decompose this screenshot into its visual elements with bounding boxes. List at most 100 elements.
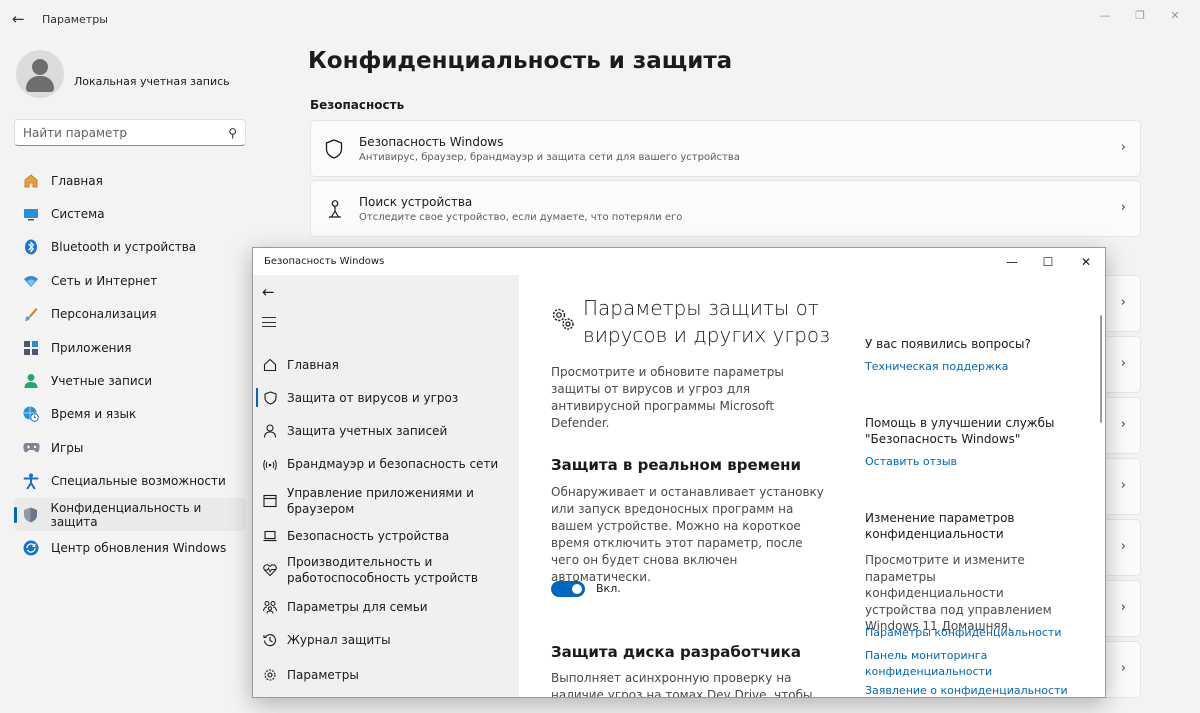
sec-nav-label: Управление приложениями и браузером: [287, 486, 474, 516]
sec-nav-item-settings[interactable]: Параметры: [253, 658, 519, 691]
devdrive-protection-text: Выполняет асинхронную проверку на наличи…: [551, 671, 813, 698]
nav-item-home[interactable]: Главная: [14, 164, 246, 197]
settings-window-title: Параметры: [42, 13, 108, 26]
privacy-statement-link[interactable]: Заявление о конфиденциальности: [865, 683, 1075, 697]
realtime-protection-text: Обнаруживает и останавливает установку и…: [551, 485, 824, 584]
card-title: Безопасность Windows: [359, 135, 504, 149]
nav-item-time-language[interactable]: Время и язык: [14, 398, 246, 431]
globe-clock-icon: [22, 406, 40, 423]
search-input[interactable]: [23, 125, 218, 141]
sec-nav-label: Защита учетных записей: [287, 423, 448, 438]
maximize-icon[interactable]: ☐: [1034, 252, 1062, 272]
nav-label: Конфиденциальность и защита: [50, 500, 202, 529]
wifi-icon: [263, 457, 277, 471]
page-description: Просмотрите и обновите параметры защиты …: [551, 365, 784, 430]
back-arrow-icon[interactable]: ←: [12, 10, 30, 28]
devdrive-protection-title: Защита диска разработчика: [551, 643, 801, 661]
chevron-right-icon: ›: [1120, 661, 1126, 676]
account-name: Локальная учетная запись: [74, 75, 230, 88]
sec-nav-item-performance[interactable]: Производительность и работоспособность у…: [253, 549, 519, 590]
scrollbar[interactable]: [1100, 315, 1102, 423]
nav-label: Приложения: [51, 340, 132, 355]
sec-nav-item-app-browser[interactable]: Управление приложениями и браузером: [253, 480, 519, 522]
nav-item-apps[interactable]: Приложения: [14, 331, 246, 364]
privacy-settings-link[interactable]: Параметры конфиденциальности: [865, 625, 1075, 641]
heart-pulse-icon: [263, 563, 277, 577]
page-title: Конфиденциальность и защита: [308, 48, 733, 74]
nav-item-bluetooth[interactable]: Bluetooth и устройства: [14, 231, 246, 264]
avatar: [16, 50, 64, 98]
security-nav: Главная Защита от вирусов и угроз Защита…: [253, 348, 519, 656]
nav-item-system[interactable]: Система: [14, 197, 246, 230]
hamburger-menu-icon[interactable]: [262, 317, 276, 327]
minimize-icon[interactable]: —: [1093, 6, 1117, 26]
section-title: Безопасность: [310, 98, 405, 112]
close-icon[interactable]: ✕: [1072, 252, 1100, 272]
windows-security-window: Безопасность Windows — ☐ ✕ ← Главная Защ…: [252, 247, 1106, 698]
card-windows-security[interactable]: Безопасность Windows Антивирус, браузер,…: [310, 120, 1141, 177]
gamepad-icon: [22, 440, 40, 456]
card-title: Поиск устройства: [359, 195, 473, 209]
sec-nav-item-account-protection[interactable]: Защита учетных записей: [253, 414, 519, 447]
card-find-device[interactable]: Поиск устройства Отследите свое устройст…: [310, 180, 1141, 237]
nav-label: Сеть и Интернет: [51, 273, 158, 288]
nav-label: Время и язык: [51, 407, 137, 422]
sec-nav-label: Производительность и работоспособность у…: [287, 554, 478, 585]
minimize-icon[interactable]: —: [998, 252, 1026, 272]
chevron-right-icon: ›: [1120, 600, 1126, 615]
realtime-protection-toggle[interactable]: [551, 581, 585, 597]
chevron-right-icon: ›: [1120, 417, 1126, 432]
app-window-icon: [263, 494, 277, 508]
sec-nav-item-family[interactable]: Параметры для семьи: [253, 590, 519, 623]
nav-item-accessibility[interactable]: Специальные возможности: [14, 465, 246, 498]
nav-label: Персонализация: [51, 307, 157, 322]
settings-titlebar: ← Параметры — ❐ ✕: [0, 0, 1200, 40]
update-icon: [22, 540, 40, 556]
network-icon: [22, 273, 40, 289]
page-heading: Параметры защиты от вирусов и других угр…: [583, 296, 830, 347]
maximize-icon[interactable]: ❐: [1128, 6, 1152, 26]
improve-title: Помощь в улучшении службы "Безопасность …: [865, 416, 1055, 446]
sec-nav-item-home[interactable]: Главная: [253, 348, 519, 381]
chevron-right-icon: ›: [1120, 539, 1126, 554]
shield-icon: [22, 507, 39, 523]
nav-item-accounts[interactable]: Учетные записи: [14, 364, 246, 397]
accessibility-icon: [22, 473, 40, 490]
search-icon[interactable]: ⚲: [228, 126, 237, 140]
settings-nav: Главная Система Bluetooth и устройства С…: [14, 164, 246, 565]
feedback-link[interactable]: Оставить отзыв: [865, 454, 1075, 470]
nav-item-network[interactable]: Сеть и Интернет: [14, 264, 246, 297]
nav-label: Игры: [51, 440, 84, 455]
privacy-dashboard-link[interactable]: Панель мониторинга конфиденциальности: [865, 648, 1015, 680]
privacy-text: Просмотрите и измените параметры конфиде…: [865, 553, 1052, 633]
shield-icon: [263, 390, 277, 405]
person-pin-icon: [325, 199, 345, 219]
nav-label: Учетные записи: [51, 374, 153, 389]
questions-title: У вас появились вопросы?: [865, 337, 1031, 351]
realtime-protection-title: Защита в реальном времени: [551, 456, 801, 474]
security-main: Параметры защиты от вирусов и других угр…: [519, 275, 1105, 698]
sec-nav-item-history[interactable]: Журнал защиты: [253, 623, 519, 656]
nav-item-gaming[interactable]: Игры: [14, 431, 246, 464]
privacy-title: Изменение параметров конфиденциальности: [865, 511, 1015, 541]
sec-nav-item-device-security[interactable]: Безопасность устройства: [253, 522, 519, 549]
card-subtitle: Отследите свое устройство, если думаете,…: [359, 212, 683, 223]
nav-item-windows-update[interactable]: Центр обновления Windows: [14, 531, 246, 564]
sec-nav-item-virus-protection[interactable]: Защита от вирусов и угроз: [253, 381, 519, 414]
back-arrow-icon[interactable]: ←: [262, 283, 275, 301]
nav-label: Система: [51, 207, 105, 222]
nav-item-personalization[interactable]: Персонализация: [14, 298, 246, 331]
family-icon: [263, 600, 277, 614]
sec-nav-item-firewall[interactable]: Брандмауэр и безопасность сети: [253, 447, 519, 480]
nav-item-privacy-security[interactable]: Конфиденциальность и защита: [14, 497, 246, 532]
person-icon: [263, 423, 277, 438]
close-icon[interactable]: ✕: [1163, 6, 1187, 26]
sec-nav-label: Защита от вирусов и угроз: [287, 390, 459, 405]
sec-nav-label: Параметры: [287, 667, 359, 682]
virus-settings-gear-icon: [551, 307, 577, 333]
chevron-right-icon: ›: [1120, 478, 1126, 493]
support-link[interactable]: Техническая поддержка: [865, 359, 1075, 375]
nav-label: Главная: [51, 173, 103, 188]
home-icon: [22, 173, 40, 189]
account-block[interactable]: Локальная учетная запись: [16, 50, 276, 102]
